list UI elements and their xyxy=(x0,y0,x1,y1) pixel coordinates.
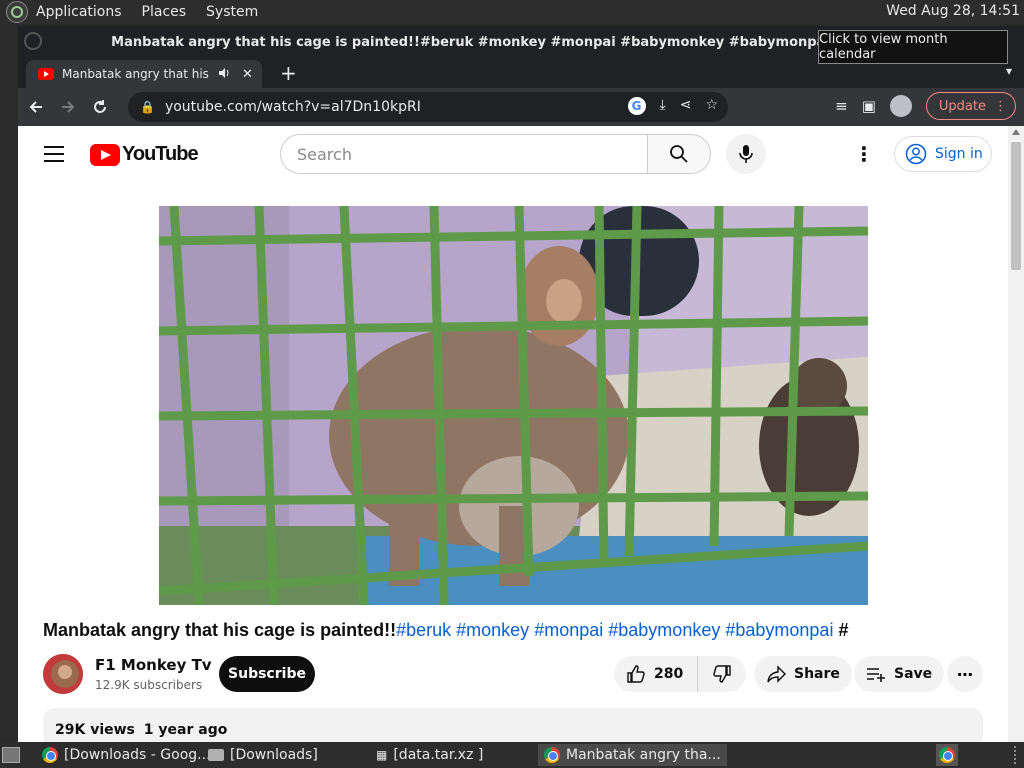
search-icon xyxy=(670,145,688,163)
playlist-add-icon xyxy=(867,668,885,682)
window-title: Manbatak angry that his cage is painted!… xyxy=(111,34,931,50)
task-label: Manbatak angry tha... xyxy=(566,747,721,763)
video-title: Manbatak angry that his cage is painted!… xyxy=(43,620,983,641)
install-app-icon[interactable]: ⤓ xyxy=(660,97,666,115)
video-player[interactable] xyxy=(159,206,868,605)
panel-grip xyxy=(1014,746,1017,764)
youtube-play-icon xyxy=(90,143,120,166)
hashtag-link[interactable]: #babymonkey xyxy=(608,620,720,640)
task-downloads-chrome[interactable]: [Downloads - Goog... xyxy=(36,744,217,766)
description-box[interactable]: 29K views 1 year ago xyxy=(43,708,983,742)
scrollbar-thumb[interactable] xyxy=(1011,142,1021,270)
audio-playing-icon[interactable] xyxy=(218,67,230,82)
top-panel: Applications Places System Wed Aug 28, 1… xyxy=(0,0,1024,24)
save-label: Save xyxy=(894,666,933,682)
task-downloads-folder[interactable]: [Downloads] xyxy=(202,744,324,766)
channel-name[interactable]: F1 Monkey Tv xyxy=(95,656,212,674)
side-panel-icon[interactable]: ▣ xyxy=(862,97,876,115)
like-button[interactable]: 280 xyxy=(614,656,698,692)
share-button[interactable]: Share xyxy=(754,656,852,692)
update-button[interactable]: Update ⋮ xyxy=(925,92,1016,120)
youtube-favicon-icon xyxy=(38,68,54,80)
subscriber-count: 12.9K subscribers xyxy=(95,678,203,692)
back-button[interactable] xyxy=(22,93,50,121)
more-actions-button[interactable]: ⋯ xyxy=(947,656,983,692)
save-button[interactable]: Save xyxy=(854,656,945,692)
task-label: [Downloads] xyxy=(230,747,318,763)
scroll-up-arrow-icon[interactable] xyxy=(1012,129,1020,135)
url-text[interactable]: youtube.com/watch?v=al7Dn10kpRI xyxy=(165,99,421,115)
archive-manager-icon: ▦ xyxy=(376,748,388,762)
voice-search-button[interactable] xyxy=(726,134,766,174)
hashtag-link[interactable]: #monkey xyxy=(456,620,529,640)
bottom-taskbar: [Downloads - Goog... [Downloads] ▦ [data… xyxy=(0,742,1024,768)
chrome-icon xyxy=(544,747,560,763)
thumbs-down-icon xyxy=(713,665,731,683)
dislike-button[interactable] xyxy=(698,664,746,684)
address-bar[interactable]: 🔒 youtube.com/watch?v=al7Dn10kpRI G ⤓ ⋖ … xyxy=(128,92,728,122)
tab-youtube[interactable]: Manbatak angry that his cage is painted!… xyxy=(26,60,262,88)
browser-window: Manbatak angry that his cage is painted!… xyxy=(18,26,1024,742)
subscribe-button[interactable]: Subscribe xyxy=(219,656,315,692)
window-menu-icon[interactable] xyxy=(24,32,42,50)
forward-button[interactable] xyxy=(54,93,82,121)
share-icon[interactable]: ⋖ xyxy=(680,97,692,115)
update-label: Update xyxy=(938,98,986,114)
thumbs-up-icon xyxy=(627,665,645,683)
tray-chrome-icon[interactable] xyxy=(936,744,958,766)
tab-search-icon[interactable]: ▾ xyxy=(1006,64,1012,78)
browser-toolbar: 🔒 youtube.com/watch?v=al7Dn10kpRI G ⤓ ⋖ … xyxy=(18,88,1024,126)
chrome-menu-icon: ⋮ xyxy=(994,98,1007,114)
lock-icon[interactable]: 🔒 xyxy=(140,100,155,114)
share-arrow-icon xyxy=(767,665,786,683)
distro-menu-icon[interactable] xyxy=(6,1,28,23)
upload-age: 1 year ago xyxy=(143,722,228,738)
youtube-wordmark: YouTube xyxy=(122,143,199,165)
profile-avatar-icon[interactable] xyxy=(889,95,912,117)
search-button[interactable] xyxy=(647,134,711,174)
applications-menu[interactable]: Applications xyxy=(36,4,122,20)
hashtag-trailing: # xyxy=(838,620,849,640)
calendar-tooltip: Click to view month calendar xyxy=(818,30,1008,64)
view-count: 29K views xyxy=(55,722,135,738)
system-menu[interactable]: System xyxy=(206,4,258,20)
new-tab-button[interactable]: + xyxy=(280,63,297,83)
show-desktop-icon[interactable] xyxy=(2,747,20,763)
task-archive[interactable]: ▦ [data.tar.xz ] xyxy=(370,744,489,766)
video-title-text: Manbatak angry that his cage is painted!… xyxy=(43,620,397,640)
hamburger-menu-icon[interactable] xyxy=(44,146,64,162)
chrome-icon xyxy=(939,747,955,763)
places-menu[interactable]: Places xyxy=(142,4,187,20)
like-count: 280 xyxy=(654,666,684,682)
settings-more-icon[interactable]: ⋮ xyxy=(854,142,874,166)
tab-close-icon[interactable]: ✕ xyxy=(242,67,253,82)
folder-icon xyxy=(208,749,224,761)
tab-title: Manbatak angry that his cage is painted!… xyxy=(62,67,212,81)
hashtag-link[interactable]: #beruk xyxy=(396,620,451,640)
channel-avatar[interactable] xyxy=(43,654,83,694)
sign-in-button[interactable]: Sign in xyxy=(894,136,992,172)
account-icon xyxy=(905,143,927,165)
youtube-page: YouTube Search ⋮ Sign in Manbatak angry … xyxy=(18,126,1008,742)
task-label: [Downloads - Goog... xyxy=(64,747,211,763)
hashtag-link[interactable]: #babymonpai xyxy=(725,620,833,640)
bookmark-star-icon[interactable]: ☆ xyxy=(705,97,718,115)
share-label: Share xyxy=(794,666,840,682)
reading-list-icon[interactable]: ≡ xyxy=(835,97,848,115)
search-input[interactable]: Search xyxy=(280,134,648,174)
page-scrollbar[interactable] xyxy=(1008,126,1024,742)
panel-clock[interactable]: Wed Aug 28, 14:51 xyxy=(886,3,1020,19)
google-lens-icon[interactable]: G xyxy=(627,97,646,115)
like-dislike-bar: 280 xyxy=(614,656,746,692)
task-youtube-chrome[interactable]: Manbatak angry tha... xyxy=(538,744,727,766)
youtube-header: YouTube Search ⋮ Sign in xyxy=(18,126,1008,182)
video-frame xyxy=(159,206,868,605)
reload-button[interactable] xyxy=(86,93,114,121)
task-label: [data.tar.xz ] xyxy=(393,747,484,763)
chrome-icon xyxy=(42,747,58,763)
hashtag-link[interactable]: #monpai xyxy=(534,620,603,640)
youtube-logo[interactable]: YouTube xyxy=(90,143,199,166)
microphone-icon xyxy=(739,145,753,163)
sign-in-label: Sign in xyxy=(935,146,983,162)
